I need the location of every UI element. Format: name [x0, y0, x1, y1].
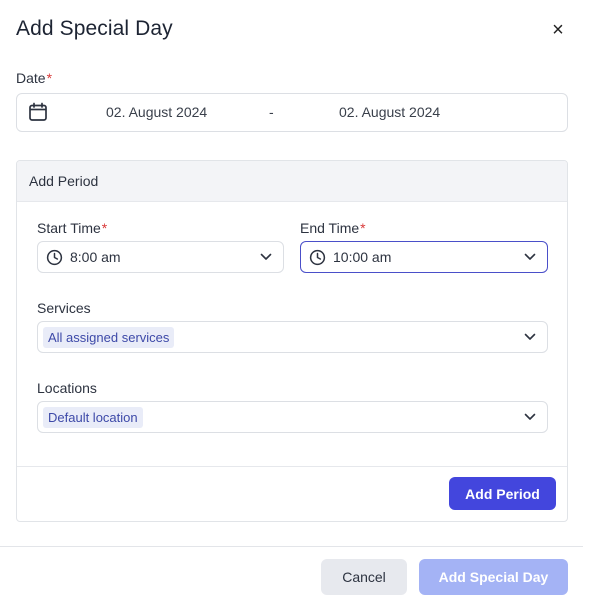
end-time-label-text: End Time	[300, 220, 360, 236]
chevron-down-icon[interactable]	[260, 253, 272, 261]
card-divider	[17, 466, 567, 467]
end-time-select[interactable]: 10:00 am	[300, 241, 548, 273]
required-mark: *	[46, 70, 53, 86]
calendar-icon	[29, 102, 47, 121]
add-period-card: Add Period Start Time* 8:00 am End Time*…	[16, 160, 568, 522]
date-end[interactable]: 02. August 2024	[339, 104, 440, 120]
services-label: Services	[37, 300, 91, 316]
cancel-button[interactable]: Cancel	[321, 559, 407, 595]
end-time-label: End Time*	[300, 220, 366, 236]
add-special-day-dialog: Add Special Day × Date* 02. August 2024 …	[0, 0, 591, 608]
locations-label: Locations	[37, 380, 97, 396]
services-select[interactable]: All assigned services	[37, 321, 548, 353]
chevron-down-icon[interactable]	[524, 253, 536, 261]
start-time-select[interactable]: 8:00 am	[37, 241, 284, 273]
services-tag: All assigned services	[43, 327, 175, 348]
dialog-title: Add Special Day	[16, 17, 173, 40]
date-label-text: Date	[16, 70, 46, 86]
add-period-button[interactable]: Add Period	[449, 477, 556, 510]
required-mark: *	[360, 220, 366, 236]
clock-icon	[309, 249, 326, 266]
required-mark: *	[101, 220, 108, 236]
end-time-value: 10:00 am	[333, 249, 392, 265]
clock-icon	[46, 249, 63, 266]
locations-select[interactable]: Default location	[37, 401, 548, 433]
start-time-label-text: Start Time	[37, 220, 101, 236]
footer-divider	[0, 546, 583, 547]
date-range-picker[interactable]: 02. August 2024 - 02. August 2024	[16, 93, 568, 132]
chevron-down-icon[interactable]	[524, 413, 536, 421]
add-special-day-button[interactable]: Add Special Day	[419, 559, 568, 595]
date-label: Date*	[16, 70, 52, 86]
date-start[interactable]: 02. August 2024	[106, 104, 207, 120]
close-icon[interactable]: ×	[549, 20, 567, 40]
start-time-value: 8:00 am	[70, 249, 121, 265]
start-time-label: Start Time*	[37, 220, 107, 236]
chevron-down-icon[interactable]	[524, 333, 536, 341]
locations-tag: Default location	[43, 407, 143, 428]
date-separator: -	[269, 104, 274, 120]
period-card-header: Add Period	[17, 161, 567, 202]
